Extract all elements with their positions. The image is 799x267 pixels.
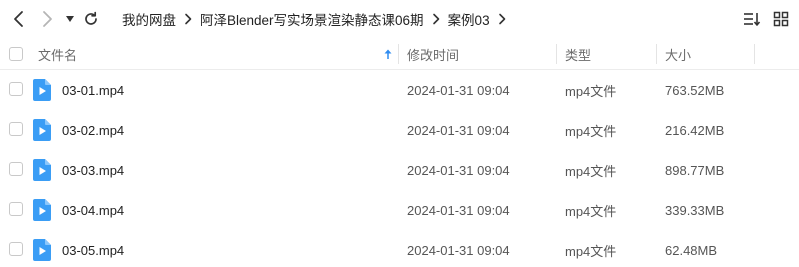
video-file-icon <box>33 79 51 101</box>
toolbar: 我的网盘 阿泽Blender写实场景渲染静态课06期 案例03 <box>0 0 799 38</box>
chevron-right-icon <box>184 13 192 25</box>
file-mtime: 2024-01-31 09:04 <box>407 162 510 178</box>
column-header-type-label: 类型 <box>565 47 592 63</box>
file-size: 339.33MB <box>665 202 725 218</box>
file-type: mp4文件 <box>565 123 617 139</box>
forward-button[interactable] <box>37 8 59 30</box>
column-divider[interactable] <box>754 44 755 64</box>
grid-view-icon <box>773 11 789 27</box>
chevron-right-icon <box>498 13 506 25</box>
file-type: mp4文件 <box>565 243 617 259</box>
file-type: mp4文件 <box>565 163 617 179</box>
sort-list-icon <box>744 13 761 26</box>
file-name[interactable]: 03-03.mp4 <box>62 150 124 190</box>
caret-down-icon <box>66 16 74 22</box>
row-checkbox[interactable] <box>9 202 23 216</box>
video-file-icon <box>33 199 51 221</box>
column-divider[interactable] <box>656 44 657 64</box>
column-header-size[interactable]: 大小 <box>665 38 691 70</box>
file-name[interactable]: 03-02.mp4 <box>62 110 124 150</box>
file-name[interactable]: 03-05.mp4 <box>62 230 124 267</box>
breadcrumb: 我的网盘 阿泽Blender写实场景渲染静态课06期 案例03 <box>122 0 514 38</box>
column-header-mtime[interactable]: 修改时间 <box>407 38 459 70</box>
refresh-icon <box>85 11 97 25</box>
column-header-type[interactable]: 类型 <box>565 38 591 70</box>
file-size: 62.48MB <box>665 242 718 258</box>
file-row[interactable]: 03-04.mp4 2024-01-31 09:04 mp4文件 339.33M… <box>0 190 799 230</box>
row-checkbox[interactable] <box>9 82 23 96</box>
video-file-icon <box>33 159 51 181</box>
sort-ascending-icon <box>384 48 392 63</box>
refresh-button[interactable] <box>80 8 102 30</box>
column-divider[interactable] <box>556 44 557 64</box>
file-row[interactable]: 03-03.mp4 2024-01-31 09:04 mp4文件 898.77M… <box>0 150 799 190</box>
file-name[interactable]: 03-01.mp4 <box>62 70 124 110</box>
file-size: 216.42MB <box>665 122 725 138</box>
column-header-name[interactable]: 文件名 <box>38 38 398 70</box>
select-all-checkbox[interactable] <box>9 47 23 61</box>
sort-button[interactable] <box>741 8 763 30</box>
column-header-name-label: 文件名 <box>38 47 78 63</box>
table-header: 文件名 修改时间 类型 大小 <box>0 38 799 70</box>
back-button[interactable] <box>7 8 29 30</box>
chevron-right-icon <box>43 11 52 27</box>
breadcrumb-item-root[interactable]: 我的网盘 <box>122 9 176 29</box>
file-row[interactable]: 03-01.mp4 2024-01-31 09:04 mp4文件 763.52M… <box>0 70 799 110</box>
row-checkbox[interactable] <box>9 122 23 136</box>
row-checkbox[interactable] <box>9 242 23 256</box>
file-mtime: 2024-01-31 09:04 <box>407 82 510 98</box>
file-list: 03-01.mp4 2024-01-31 09:04 mp4文件 763.52M… <box>0 70 799 267</box>
video-file-icon <box>33 119 51 141</box>
select-all-checkbox-cell <box>9 38 23 70</box>
history-dropdown-button[interactable] <box>62 8 78 30</box>
file-size: 763.52MB <box>665 82 725 98</box>
row-checkbox[interactable] <box>9 162 23 176</box>
file-row[interactable]: 03-02.mp4 2024-01-31 09:04 mp4文件 216.42M… <box>0 110 799 150</box>
file-type: mp4文件 <box>565 83 617 99</box>
column-divider[interactable] <box>398 44 399 64</box>
column-header-mtime-label: 修改时间 <box>407 47 460 63</box>
file-mtime: 2024-01-31 09:04 <box>407 122 510 138</box>
chevron-left-icon <box>14 11 23 27</box>
breadcrumb-item-course[interactable]: 阿泽Blender写实场景渲染静态课06期 <box>200 9 424 29</box>
breadcrumb-item-current[interactable]: 案例03 <box>448 9 490 29</box>
column-header-size-label: 大小 <box>665 47 692 63</box>
file-size: 898.77MB <box>665 162 725 178</box>
file-name[interactable]: 03-04.mp4 <box>62 190 124 230</box>
grid-view-button[interactable] <box>770 8 792 30</box>
video-file-icon <box>33 239 51 261</box>
chevron-right-icon <box>432 13 440 25</box>
file-mtime: 2024-01-31 09:04 <box>407 242 510 258</box>
file-type: mp4文件 <box>565 203 617 219</box>
file-row[interactable]: 03-05.mp4 2024-01-31 09:04 mp4文件 62.48MB <box>0 230 799 267</box>
file-mtime: 2024-01-31 09:04 <box>407 202 510 218</box>
